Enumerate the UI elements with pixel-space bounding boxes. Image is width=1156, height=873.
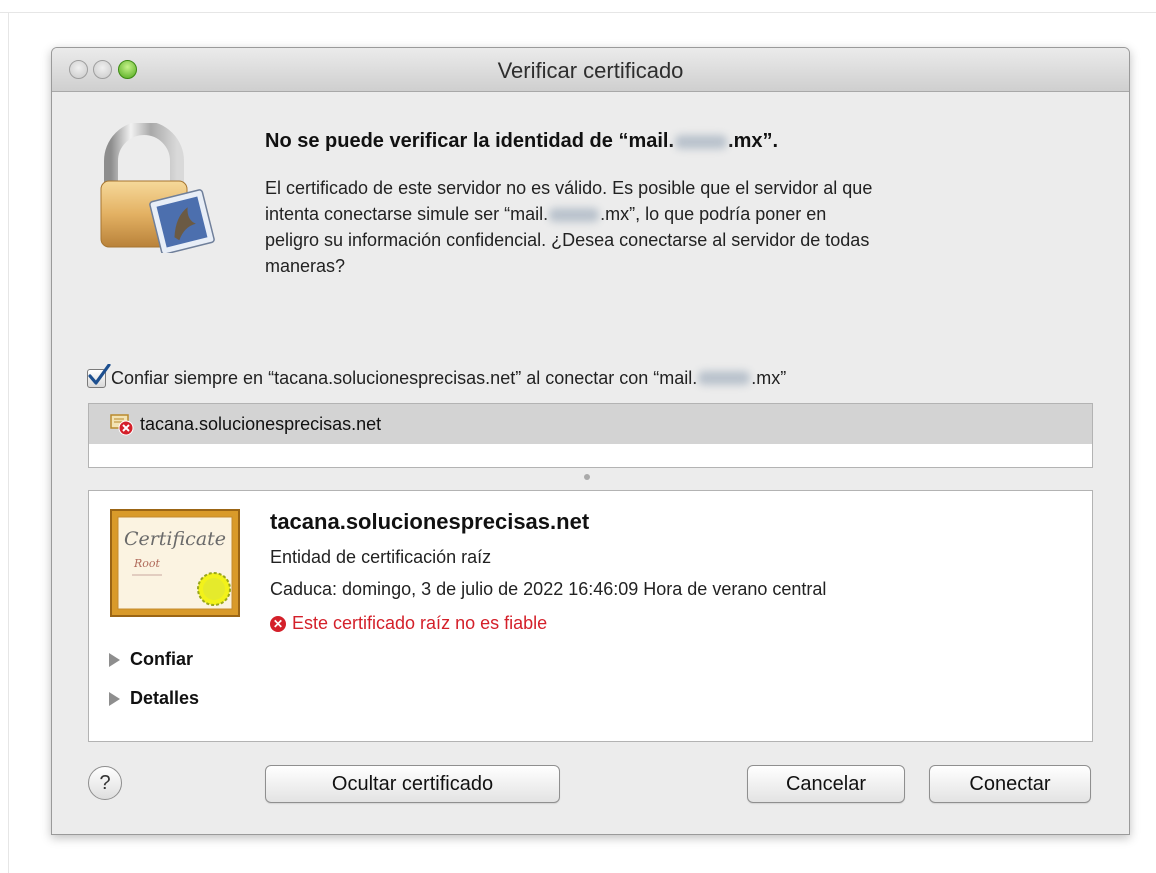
redacted-domain (698, 371, 751, 385)
certificate-icon: Certificate Root (110, 509, 240, 622)
details-disclosure[interactable]: Detalles (109, 688, 199, 709)
description-line-2-suffix: .mx”, lo que podría poner en (600, 204, 827, 224)
hide-certificate-button[interactable]: Ocultar certificado (265, 765, 560, 803)
headline-suffix: .mx”. (728, 130, 779, 152)
padlock-icon (97, 121, 227, 258)
checkmark-icon (88, 363, 111, 385)
description-line-2: intenta conectarse simule ser “mail. .mx”… (265, 201, 1065, 227)
certificate-list-item-label: tacana.solucionesprecisas.net (140, 413, 382, 434)
background-frame-line (0, 12, 1156, 13)
untrusted-warning-text: Este certificado raíz no es fiable (292, 613, 548, 633)
cancel-button[interactable]: Cancelar (747, 765, 905, 803)
error-headline: No se puede verificar la identidad de “m… (265, 130, 778, 153)
untrusted-warning: ✕ Este certificado raíz no es fiable (270, 613, 547, 634)
background-frame-line-vertical (8, 12, 9, 873)
certificate-icon-title: Certificate (124, 528, 226, 550)
headline-prefix: No se puede verificar la identidad de “m… (265, 130, 675, 152)
description-line-4: maneras? (265, 256, 346, 276)
certificate-detail-pane: Certificate Root tacana.solucionesprecis… (88, 490, 1093, 742)
certificate-common-name: tacana.solucionesprecisas.net (270, 509, 590, 534)
certificate-icon-subtitle: Root (133, 557, 161, 570)
certificate-list-item[interactable]: tacana.solucionesprecisas.net (89, 404, 1092, 444)
splitter-grip-icon[interactable] (584, 474, 590, 480)
trust-checkbox[interactable] (87, 363, 111, 388)
certificate-expiration: Caduca: domingo, 3 de julio de 2022 16:4… (270, 579, 827, 599)
error-description: El certificado de este servidor no es vá… (265, 175, 1065, 279)
window-title: Verificar certificado (497, 58, 684, 83)
connect-button[interactable]: Conectar (929, 765, 1091, 803)
certificate-dialog: Verificar certificado No se puede verifi… (51, 47, 1130, 835)
certificate-type: Entidad de certificación raíz (270, 547, 492, 567)
details-disclosure-label: Detalles (130, 688, 200, 708)
pane-splitter[interactable] (88, 468, 1093, 490)
disclosure-triangle-icon[interactable] (109, 652, 120, 667)
trust-disclosure[interactable]: Confiar (109, 649, 193, 670)
description-line-3: peligro su información confidencial. ¿De… (265, 230, 870, 250)
trust-always-option[interactable]: Confiar siempre en “tacana.solucionespre… (87, 363, 787, 391)
trust-disclosure-label: Confiar (130, 649, 193, 669)
disclosure-triangle-icon[interactable] (109, 691, 120, 706)
trust-label-suffix: .mx” (751, 367, 787, 388)
help-button[interactable]: ? (88, 766, 122, 800)
description-line-1: El certificado de este servidor no es vá… (265, 178, 873, 198)
description-line-2-prefix: intenta conectarse simule ser “mail. (265, 204, 549, 224)
redacted-domain (675, 134, 728, 149)
certificate-chain-list: tacana.solucionesprecisas.net (88, 403, 1093, 468)
title-bar[interactable]: Verificar certificado (52, 48, 1129, 92)
invalid-certificate-icon (110, 414, 134, 436)
redacted-domain (549, 208, 600, 223)
error-icon: ✕ (270, 615, 286, 632)
trust-label-prefix: Confiar siempre en “tacana.solucionespre… (111, 367, 698, 388)
